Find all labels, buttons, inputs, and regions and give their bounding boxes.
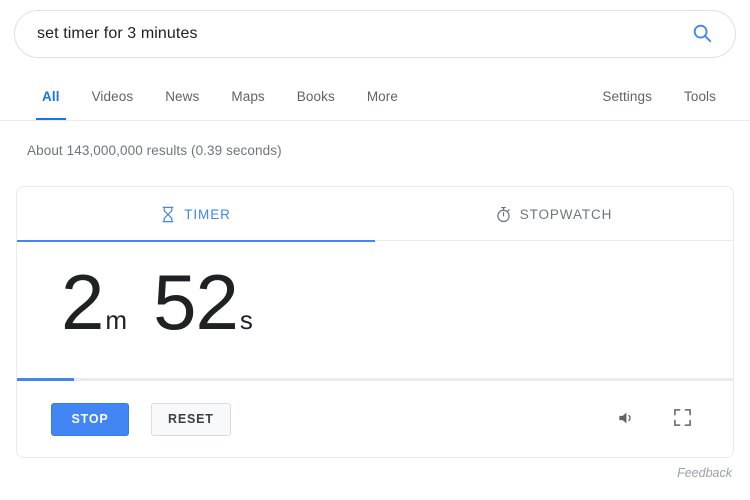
hourglass-icon — [161, 206, 175, 223]
timer-controls: STOP RESET — [17, 381, 733, 457]
nav-tab-videos[interactable]: Videos — [76, 78, 150, 121]
timer-seconds-unit: s — [239, 305, 253, 335]
fullscreen-icon — [673, 408, 692, 430]
timer-progress-fill — [17, 378, 75, 381]
nav-divider — [0, 120, 750, 121]
tab-stopwatch[interactable]: STOPWATCH — [375, 187, 733, 241]
volume-icon — [616, 408, 636, 431]
timer-minutes-value: 2 — [61, 258, 104, 346]
search-submit-button[interactable] — [687, 19, 717, 49]
stopwatch-icon — [496, 206, 511, 223]
timer-seconds-value: 52 — [153, 258, 239, 346]
nav-tab-books[interactable]: Books — [281, 78, 351, 121]
search-icon — [691, 22, 713, 47]
nav-tab-more[interactable]: More — [351, 78, 414, 121]
nav-tab-news[interactable]: News — [149, 78, 215, 121]
search-input[interactable] — [37, 25, 687, 43]
nav-settings-button[interactable]: Settings — [586, 78, 668, 121]
nav-left-group: All Videos News Maps Books More — [26, 78, 414, 121]
sound-toggle-button[interactable] — [609, 402, 643, 436]
timer-minutes-unit: m — [105, 305, 128, 335]
nav-right-group: Settings Tools — [586, 78, 732, 121]
fullscreen-button[interactable] — [665, 402, 699, 436]
tab-timer-label: TIMER — [184, 206, 231, 222]
search-nav-bar: All Videos News Maps Books More Settings… — [0, 78, 750, 121]
tab-stopwatch-label: STOPWATCH — [519, 206, 613, 222]
nav-tools-button[interactable]: Tools — [668, 78, 732, 121]
search-bar — [14, 10, 736, 58]
stop-button[interactable]: STOP — [51, 402, 129, 436]
tab-timer[interactable]: TIMER — [17, 187, 375, 242]
search-box[interactable] — [14, 10, 736, 58]
timer-readout: 2 m 52 s — [61, 263, 733, 341]
result-stats: About 143,000,000 results (0.39 seconds) — [27, 143, 282, 158]
timer-progress-track — [17, 378, 733, 381]
timer-card: TIMER STOPWATCH 2 m 52 s STOP RESET — [16, 186, 734, 458]
timer-card-tabs: TIMER STOPWATCH — [17, 187, 733, 242]
feedback-link[interactable]: Feedback — [677, 466, 732, 480]
reset-button[interactable]: RESET — [151, 402, 231, 436]
timer-display-area: 2 m 52 s — [17, 241, 733, 381]
nav-tab-all[interactable]: All — [26, 78, 76, 121]
nav-tab-maps[interactable]: Maps — [215, 78, 280, 121]
